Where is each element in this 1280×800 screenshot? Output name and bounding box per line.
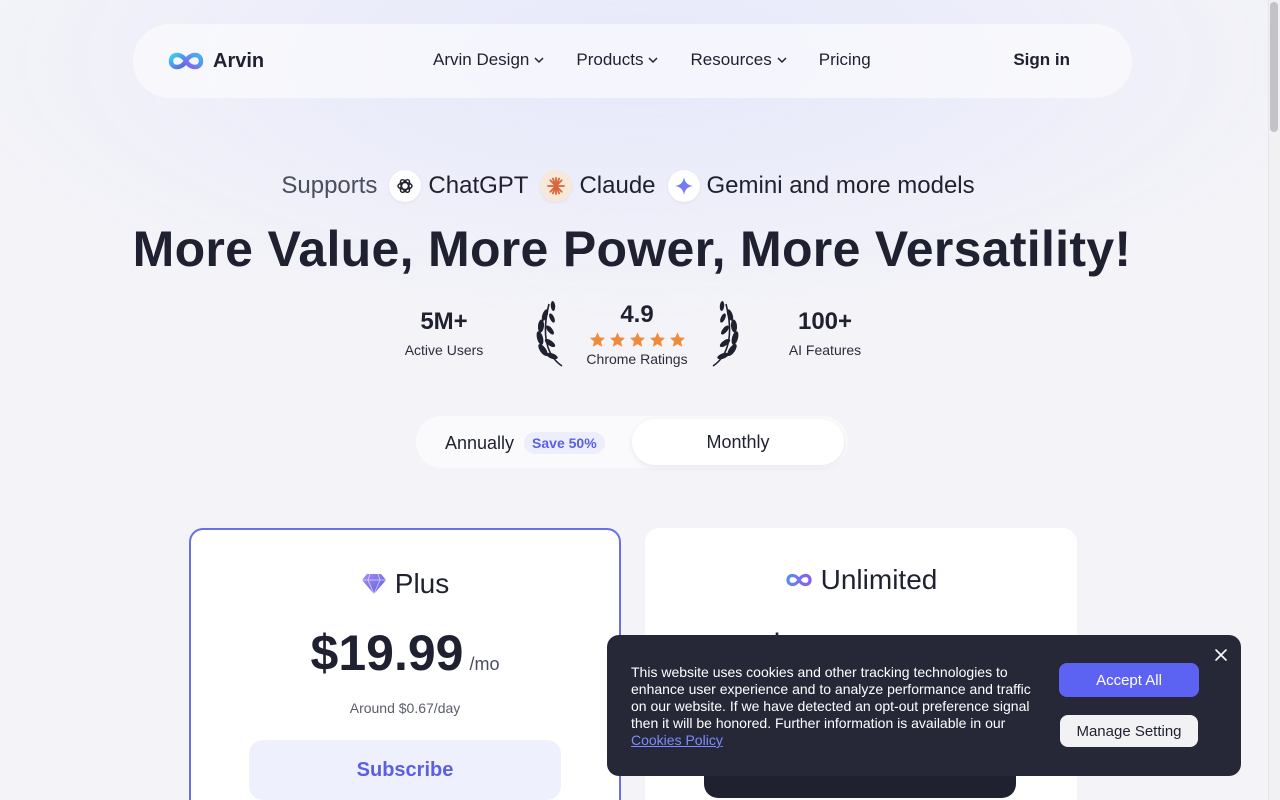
logo[interactable]: Arvin bbox=[167, 48, 264, 74]
stat-value: 5M+ bbox=[420, 308, 468, 335]
plan-per-day: Around $0.67/day bbox=[349, 700, 461, 716]
accept-all-button[interactable]: Accept All bbox=[1059, 663, 1199, 697]
subscribe-button[interactable]: Subscribe bbox=[249, 740, 561, 800]
openai-icon bbox=[389, 170, 422, 202]
nav-item-arvin-design[interactable]: Arvin Design bbox=[433, 50, 545, 70]
laurel-right-icon bbox=[712, 301, 739, 367]
arvin-logo-icon bbox=[168, 52, 204, 70]
stat-label: Active Users bbox=[404, 342, 484, 358]
laurel-left-icon bbox=[536, 301, 563, 367]
cookies-policy-link[interactable]: Cookies Policy bbox=[631, 732, 723, 748]
cookie-message: This website uses cookies and other trac… bbox=[631, 664, 1031, 731]
close-icon[interactable] bbox=[1213, 647, 1229, 663]
plan-card-plus: Plus $19.99 /mo Around $0.67/day Subscri… bbox=[189, 528, 621, 800]
scrollbar-thumb[interactable] bbox=[1270, 2, 1278, 132]
stat-label: AI Features bbox=[788, 342, 862, 358]
toggle-option-annually[interactable]: Annually Save 50% bbox=[445, 432, 605, 454]
infinity-icon bbox=[786, 573, 812, 587]
stat-active-users: 5M+ Active Users bbox=[384, 308, 504, 358]
plan-name: Unlimited bbox=[820, 564, 938, 595]
save-badge: Save 50% bbox=[524, 432, 605, 454]
plan-price-row: $19.99 /mo bbox=[191, 624, 619, 682]
star-icon bbox=[669, 332, 685, 347]
supports-lead: Supports bbox=[281, 172, 378, 199]
chevron-down-icon bbox=[648, 57, 658, 64]
cookie-banner: This website uses cookies and other trac… bbox=[607, 635, 1241, 776]
plan-title: Plus bbox=[191, 568, 619, 600]
model-name-chatgpt: ChatGPT bbox=[428, 172, 529, 199]
nav-item-pricing[interactable]: Pricing bbox=[819, 50, 871, 70]
chevron-down-icon bbox=[534, 57, 544, 64]
plan-price: $19.99 bbox=[310, 625, 464, 681]
toggle-option-label: Annually bbox=[445, 432, 515, 453]
stat-value: 4.9 bbox=[620, 301, 654, 328]
star-icon bbox=[609, 332, 625, 347]
plan-title: Unlimited bbox=[645, 564, 1077, 596]
billing-period-toggle: Annually Save 50% Monthly bbox=[416, 416, 848, 468]
toggle-option-monthly[interactable]: Monthly bbox=[632, 419, 844, 465]
manage-setting-button[interactable]: Manage Setting bbox=[1060, 715, 1198, 747]
page-scrollbar[interactable] bbox=[1268, 0, 1280, 800]
star-icon bbox=[629, 332, 645, 347]
nav-item-label: Products bbox=[576, 50, 644, 69]
supported-models: Supports ChatGPT Claude Gemini and more … bbox=[0, 170, 1268, 202]
stat-chrome-rating: 4.9 Chrome Ratings bbox=[572, 301, 702, 367]
star-rating bbox=[572, 332, 702, 348]
plan-price-period: /mo bbox=[469, 654, 500, 674]
gemini-icon bbox=[667, 170, 700, 202]
stat-value: 100+ bbox=[797, 308, 853, 335]
diamond-icon bbox=[361, 573, 386, 595]
model-name-gemini: Gemini and more models bbox=[706, 172, 975, 199]
plan-name: Plus bbox=[394, 568, 450, 599]
model-name-claude: Claude bbox=[579, 172, 656, 199]
claude-icon bbox=[540, 170, 573, 202]
chevron-down-icon bbox=[777, 57, 787, 64]
nav-item-label: Pricing bbox=[818, 50, 871, 69]
nav-item-label: Resources bbox=[690, 50, 772, 69]
star-icon bbox=[589, 332, 605, 347]
page-headline: More Value, More Power, More Versatility… bbox=[132, 221, 1132, 277]
star-icon bbox=[649, 332, 665, 347]
logo-text: Arvin bbox=[213, 49, 265, 72]
sign-in-link[interactable]: Sign in bbox=[1013, 50, 1070, 70]
top-nav: Arvin Arvin Design Products Resources Pr… bbox=[133, 24, 1132, 98]
nav-item-resources[interactable]: Resources bbox=[690, 50, 787, 70]
nav-item-products[interactable]: Products bbox=[576, 50, 659, 70]
stat-label: Chrome Ratings bbox=[586, 351, 688, 367]
stat-ai-features: 100+ AI Features bbox=[765, 308, 885, 358]
nav-menu: Arvin Design Products Resources Pricing bbox=[433, 50, 902, 70]
cookie-text: This website uses cookies and other trac… bbox=[631, 664, 1043, 749]
nav-item-label: Arvin Design bbox=[433, 50, 530, 69]
